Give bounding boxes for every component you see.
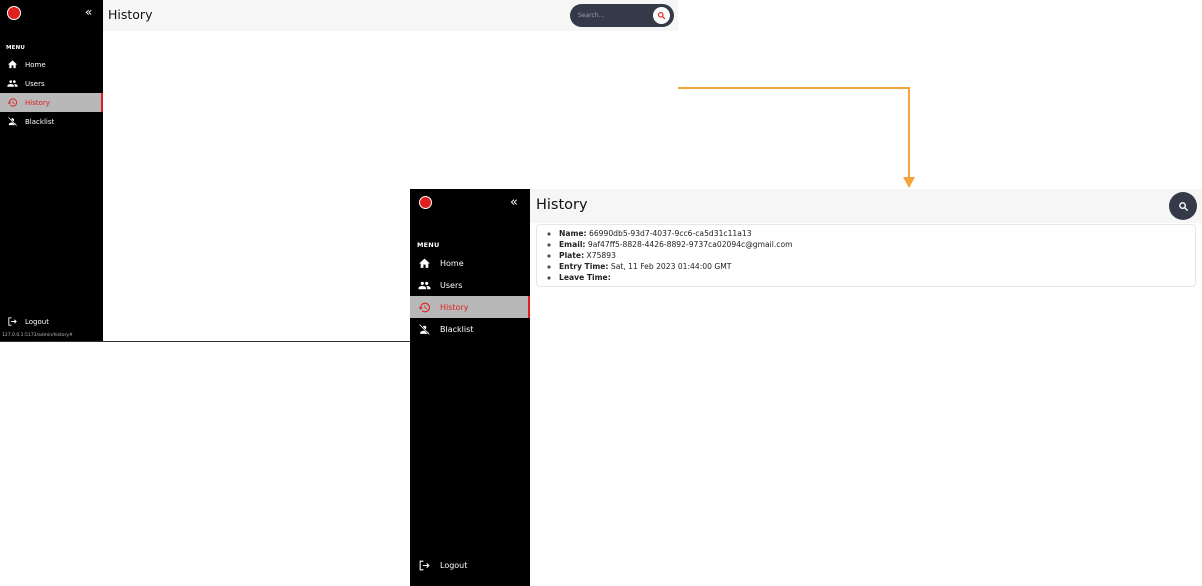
sidebar-item-history[interactable]: History (410, 296, 530, 318)
blacklist-icon (7, 116, 18, 127)
sidebar-item-label: Users (25, 79, 45, 88)
email-label: Email: (559, 240, 586, 249)
page-title: History (536, 197, 588, 213)
history-icon (7, 98, 18, 107)
screenshot-after: « MENU Home Users History Blacklist Logo… (410, 189, 1202, 586)
sidebar-item-history[interactable]: History (0, 93, 103, 112)
logout-label: Logout (25, 317, 49, 326)
header: History (103, 0, 678, 31)
search-input[interactable] (578, 9, 648, 21)
sidebar-item-home[interactable]: Home (0, 55, 103, 74)
record-leave-time: Leave Time: (559, 272, 793, 283)
entry-time-label: Entry Time: (559, 262, 609, 271)
logout-icon (8, 317, 17, 326)
logout-button[interactable]: Logout (410, 559, 467, 572)
record-email: Email: 9af47ff5-8828-4426-8892-9737ca020… (559, 239, 793, 250)
plate-value: X75893 (586, 251, 616, 260)
logout-icon (419, 560, 430, 571)
sidebar-item-blacklist[interactable]: Blacklist (0, 112, 103, 131)
users-icon (7, 80, 18, 87)
logo-icon (419, 196, 432, 209)
sidebar: « MENU Home Users History Blacklist Logo… (0, 0, 103, 341)
double-chevron-left-icon[interactable]: « (85, 5, 92, 19)
sidebar-item-label: Users (440, 280, 463, 290)
history-record-card: Name: 66990db5-93d7-4037-9cc6-ca5d31c11a… (536, 224, 1196, 287)
arrowhead-icon (903, 177, 915, 188)
logout-button[interactable]: Logout (0, 316, 49, 327)
sidebar-item-label: Blacklist (440, 324, 474, 334)
status-url: 127.0.0.1:5173/admin/history# (2, 333, 73, 338)
sidebar-item-label: Home (440, 258, 464, 268)
menu-label: MENU (6, 45, 26, 51)
entry-time-value: Sat, 11 Feb 2023 01:44:00 GMT (610, 262, 732, 271)
email-value: 9af47ff5-8828-4426-8892-9737ca02094c@gma… (587, 240, 793, 249)
home-icon (419, 258, 430, 268)
sidebar-item-label: History (25, 98, 50, 107)
search-bar (570, 4, 674, 27)
double-chevron-left-icon[interactable]: « (510, 195, 518, 210)
users-icon (418, 281, 431, 289)
logout-label: Logout (440, 561, 468, 570)
name-value: 66990db5-93d7-4037-9cc6-ca5d31c11a13 (589, 229, 752, 238)
name-label: Name: (559, 229, 587, 238)
record-entry-time: Entry Time: Sat, 11 Feb 2023 01:44:00 GM… (559, 261, 793, 272)
leave-time-label: Leave Time: (559, 273, 611, 282)
menu-label: MENU (417, 241, 440, 249)
search-icon (657, 11, 666, 20)
header: History (530, 189, 1202, 223)
record-details-list: Name: 66990db5-93d7-4037-9cc6-ca5d31c11a… (537, 228, 793, 283)
sidebar-item-users[interactable]: Users (0, 74, 103, 93)
logo-icon (7, 6, 21, 20)
sidebar-item-label: Blacklist (25, 117, 55, 126)
sidebar-item-label: History (440, 302, 469, 312)
search-button[interactable] (1169, 192, 1197, 220)
plate-label: Plate: (559, 251, 585, 260)
sidebar-item-label: Home (25, 60, 46, 69)
sidebar-item-blacklist[interactable]: Blacklist (410, 318, 530, 340)
search-icon (1178, 201, 1188, 211)
history-icon (418, 302, 430, 312)
sidebar: « MENU Home Users History Blacklist Logo… (410, 189, 530, 586)
page-title: History (108, 7, 153, 22)
search-button[interactable] (653, 7, 670, 24)
record-plate: Plate: X75893 (559, 250, 793, 261)
sidebar-item-users[interactable]: Users (410, 274, 530, 296)
home-icon (7, 60, 18, 69)
record-name: Name: 66990db5-93d7-4037-9cc6-ca5d31c11a… (559, 228, 793, 239)
blacklist-icon (419, 323, 430, 335)
sidebar-item-home[interactable]: Home (410, 252, 530, 274)
